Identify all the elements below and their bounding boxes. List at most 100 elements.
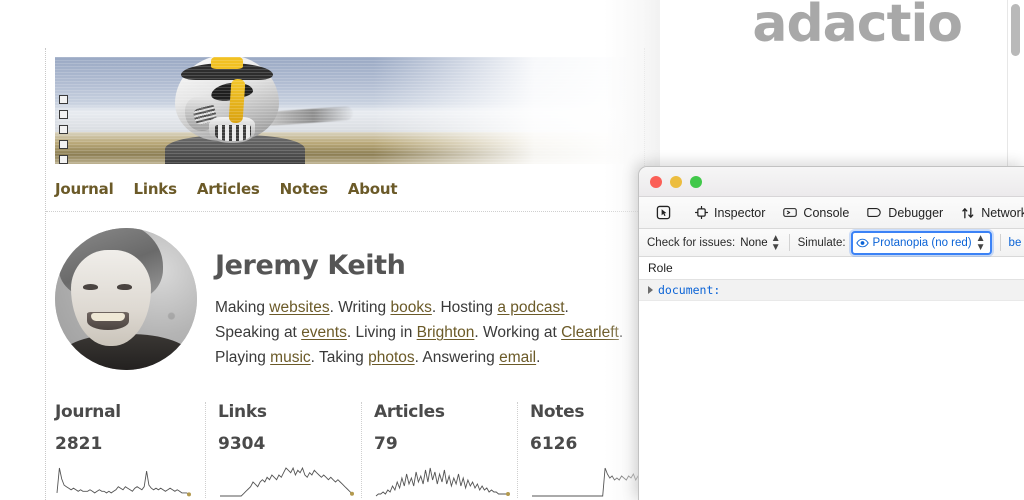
zoom-button[interactable] [690, 176, 702, 188]
simulate-value: Protanopia (no red) [873, 237, 972, 249]
sparkline-articles [374, 464, 514, 498]
filmstrip-marker [59, 140, 68, 149]
sparkline-links [218, 464, 358, 498]
site-logo[interactable]: adactio [752, 0, 962, 52]
bio-text: . [536, 349, 540, 366]
bio-text: . [619, 324, 623, 341]
sparkline-endpoint [506, 492, 510, 496]
nav-item-notes[interactable]: Notes [280, 180, 328, 198]
bio-text: . Working at [474, 324, 561, 341]
bio-text: . Living in [347, 324, 417, 341]
tab-inspector[interactable]: Inspector [686, 201, 774, 225]
inspector-titlebar[interactable] [639, 167, 1024, 197]
trailing-blue-text[interactable]: be [1009, 237, 1022, 249]
sparkline-path [376, 468, 508, 496]
bio-text: . Writing [330, 299, 391, 316]
bio-text: Playing [215, 349, 270, 366]
element-picker-icon [656, 205, 671, 220]
tab-network[interactable]: Network [952, 201, 1024, 225]
tab-console-label: Console [803, 206, 849, 220]
stats-row: Journal 2821 Links 9304 Articles 79 Note… [55, 402, 644, 498]
avatar [55, 228, 197, 370]
nav-item-articles[interactable]: Articles [197, 180, 260, 198]
bio-text: . [565, 299, 569, 316]
bio-text: . Taking [311, 349, 368, 366]
stat-value: 2821 [55, 434, 195, 454]
stat-label: Links [218, 402, 351, 422]
inspector-options-bar[interactable]: Check for issues: None ▲▼ Simulate: Prot… [639, 229, 1024, 257]
column-header-role: Role [648, 261, 673, 275]
sparkline-path [220, 468, 352, 496]
banner-fade [373, 57, 633, 164]
inspector-icon [695, 206, 708, 219]
profile-name: Jeremy Keith [215, 250, 623, 281]
element-picker-button[interactable] [647, 201, 680, 225]
bio-link[interactable]: email [499, 349, 536, 366]
sparkline-path [57, 468, 189, 494]
bio-text: Making [215, 299, 269, 316]
bio-link[interactable]: photos [368, 349, 415, 366]
tab-network-label: Network [981, 206, 1024, 220]
bio-line: Making websites. Writing books. Hosting … [215, 295, 623, 320]
nav-divider [46, 211, 644, 212]
bio-link[interactable]: websites [269, 299, 329, 316]
eye-icon [856, 238, 869, 248]
bio-link[interactable]: events [301, 324, 347, 341]
bio-link[interactable]: books [390, 299, 431, 316]
stat-label: Journal [55, 402, 195, 422]
simulate-label: Simulate: [798, 237, 846, 249]
profile-text: Jeremy Keith Making websites. Writing bo… [215, 228, 623, 370]
bio-text: . Answering [415, 349, 499, 366]
filmstrip-marker [59, 125, 68, 134]
console-icon [783, 206, 797, 219]
bio-link[interactable]: music [270, 349, 310, 366]
close-button[interactable] [650, 176, 662, 188]
bio-text: Speaking at [215, 324, 301, 341]
banner-image [55, 57, 633, 164]
stat-label: Articles [374, 402, 507, 422]
screen: adactio [0, 0, 1024, 500]
check-issues-value: None [740, 237, 768, 249]
bio-link[interactable]: a podcast [497, 299, 564, 316]
stat-articles[interactable]: Articles 79 [362, 402, 518, 498]
profile-bio: Making websites. Writing books. Hosting … [215, 295, 623, 370]
simulate-select[interactable]: Protanopia (no red) ▲▼ [851, 231, 992, 255]
stat-value: 79 [374, 434, 507, 454]
avatar-eye-right [117, 284, 132, 290]
check-issues-select[interactable]: None ▲▼ [740, 234, 780, 252]
minimize-button[interactable] [670, 176, 682, 188]
avatar-teeth [91, 313, 125, 321]
tree-row-document[interactable]: document: [639, 280, 1024, 301]
nav-item-journal[interactable]: Journal [55, 180, 114, 198]
web-inspector-window[interactable]: Inspector Console Debugger [638, 166, 1024, 500]
tab-debugger[interactable]: Debugger [858, 201, 952, 225]
bio-line: Speaking at events. Living in Brighton. … [215, 320, 623, 345]
optbar-separator-2 [1000, 234, 1001, 251]
check-issues-label: Check for issues: [647, 237, 735, 249]
tab-inspector-label: Inspector [714, 206, 765, 220]
bio-link[interactable]: Clearleft [561, 324, 619, 341]
filmstrip-markers [59, 95, 68, 164]
scrollbar-thumb[interactable] [1011, 4, 1020, 56]
stat-links[interactable]: Links 9304 [206, 402, 362, 498]
tab-console[interactable]: Console [774, 201, 858, 225]
tab-debugger-label: Debugger [888, 206, 943, 220]
nav-item-links[interactable]: Links [134, 180, 177, 198]
chevron-right-icon[interactable] [648, 286, 653, 294]
nav-item-about[interactable]: About [348, 180, 398, 198]
sparkline-journal [55, 464, 195, 498]
optbar-separator [789, 234, 790, 251]
stepper-icon: ▲▼ [976, 234, 986, 252]
sparkline-endpoint [187, 492, 191, 496]
bio-link[interactable]: Brighton [417, 324, 475, 341]
site-navigation[interactable]: Journal Links Articles Notes About [55, 180, 644, 198]
stat-value: 9304 [218, 434, 351, 454]
network-icon [961, 206, 975, 220]
inspector-tabbar[interactable]: Inspector Console Debugger [639, 197, 1024, 229]
filmstrip-marker [59, 95, 68, 104]
tree-column-header: Role [639, 257, 1024, 280]
stat-journal[interactable]: Journal 2821 [55, 402, 206, 498]
window-controls[interactable] [650, 176, 702, 188]
browser-scrollbar[interactable] [1007, 0, 1024, 168]
inspector-tree-body [639, 301, 1024, 500]
